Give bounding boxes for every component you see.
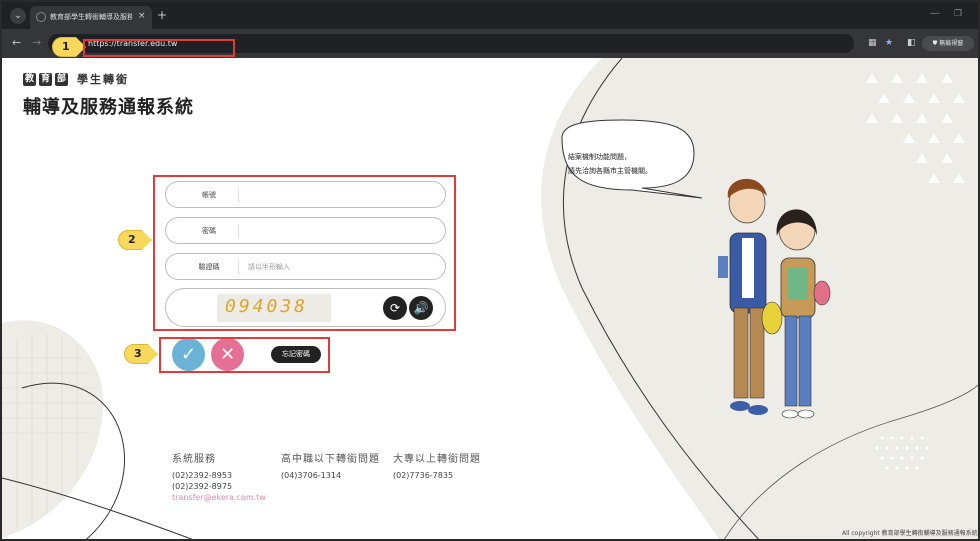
buttons-highlight-box xyxy=(159,337,330,373)
url-highlight-box xyxy=(83,39,235,57)
new-tab-button[interactable]: + xyxy=(157,8,167,22)
logo-char-3: 部 xyxy=(55,72,68,86)
footer-email-link[interactable]: transfer@ekera.com.tw xyxy=(172,492,266,503)
logo-char-2: 育 xyxy=(39,72,52,86)
login-page: 教 育 部 學生轉銜 輔導及服務通報系統 帳號 密碼 驗證碼 094038 ⟳ xyxy=(2,58,978,539)
footer-heading: 高中職以下轉銜問題 xyxy=(281,454,380,465)
speech-bubble-text: 結案機制功能問題， 請先洽詢各縣市主管機關。 xyxy=(568,150,652,178)
copyright-text: All copyright 教育部學生轉銜輔導及服務通報系統 xyxy=(842,530,978,537)
favicon-icon xyxy=(36,12,46,22)
form-highlight-box xyxy=(153,175,456,331)
tab-search-icon[interactable]: ⌄ xyxy=(10,8,26,24)
minimize-icon[interactable]: — xyxy=(930,8,940,20)
footer-phone: (04)3706-1314 xyxy=(281,471,342,480)
footer-phone: (02)2392-8953 xyxy=(172,471,233,480)
bubble-line-2: 請先洽詢各縣市主管機關。 xyxy=(568,167,652,175)
side-panel-icon[interactable]: ◧ xyxy=(907,37,916,49)
profile-label: 無痕視窗 xyxy=(939,40,964,47)
footer-phone: (02)7736-7835 xyxy=(393,471,454,480)
footer-college: 大專以上轉銜問題 (02)7736-7835 xyxy=(393,454,481,481)
qr-code-icon[interactable]: ▦ xyxy=(868,37,877,49)
browser-window: ⌄ 教育部學生轉銜輔導及服務通... × + — ❐ ← → https://t… xyxy=(0,0,980,541)
bubble-line-1: 結案機制功能問題， xyxy=(568,153,631,161)
tab-close-button[interactable]: × xyxy=(138,10,146,22)
footer-phone: (02)2392-8975 xyxy=(172,482,233,491)
forward-arrow-icon[interactable]: → xyxy=(32,36,41,50)
footer-heading: 系統服務 xyxy=(172,454,216,465)
footer-heading: 大專以上轉銜問題 xyxy=(393,454,481,465)
ministry-logo: 教 育 部 學生轉銜 xyxy=(23,71,129,87)
back-arrow-icon[interactable]: ← xyxy=(12,36,21,50)
tab-bar: ⌄ 教育部學生轉銜輔導及服務通... × + — ❐ xyxy=(2,2,978,29)
logo-char-1: 教 xyxy=(23,72,36,86)
restore-icon[interactable]: ❐ xyxy=(954,8,962,20)
incognito-profile-button[interactable]: ⛊ 無痕視窗 xyxy=(922,36,974,51)
browser-tab[interactable]: 教育部學生轉銜輔導及服務通... × xyxy=(30,6,152,29)
footer-highschool: 高中職以下轉銜問題 (04)3706-1314 xyxy=(281,454,380,481)
footer-system-service: 系統服務 (02)2392-8953 (02)2392-8975 transfe… xyxy=(172,454,266,503)
logo-subtitle: 學生轉銜 xyxy=(77,73,129,86)
bookmark-star-icon[interactable]: ★ xyxy=(885,37,893,49)
page-title: 輔導及服務通報系統 xyxy=(23,97,194,118)
tab-title: 教育部學生轉銜輔導及服務通... xyxy=(50,13,132,21)
background-decoration xyxy=(2,58,978,539)
